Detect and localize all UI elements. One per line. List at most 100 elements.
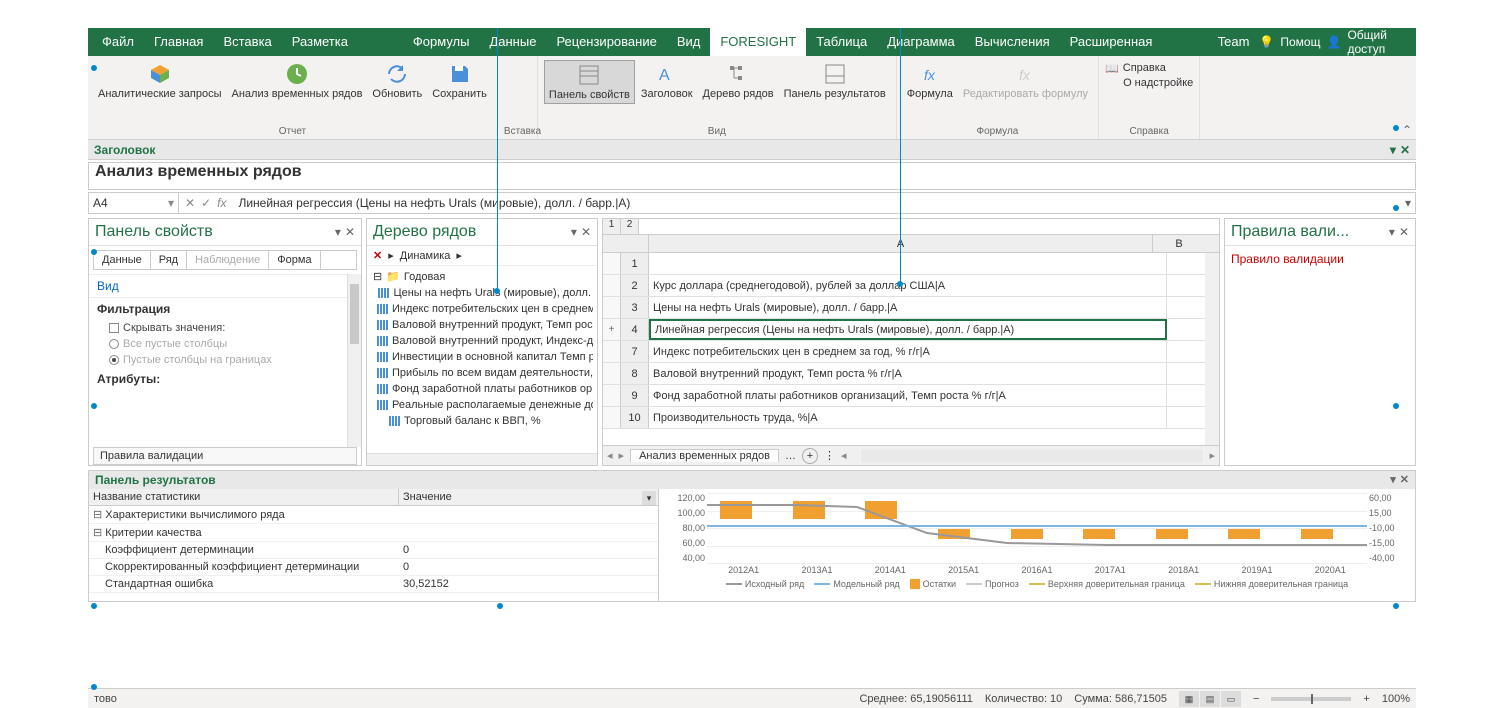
zoom-slider[interactable] [1271, 697, 1351, 701]
tree-item[interactable]: Индекс потребительских цен в среднем [371, 301, 593, 317]
row-number[interactable]: 8 [621, 363, 649, 384]
props-dropdown-icon[interactable]: ▾ [335, 225, 341, 239]
sheet-row[interactable]: +4Линейная регрессия (Цены на нефть Ural… [603, 319, 1219, 341]
row-number[interactable]: 7 [621, 341, 649, 362]
sheet-add-button[interactable]: + [802, 448, 818, 464]
title-close-icon[interactable]: ✕ [1400, 143, 1410, 157]
tree-item[interactable]: Прибыль по всем видам деятельности, [371, 365, 593, 381]
tree-item[interactable]: Реальные располагаемые денежные дох [371, 397, 593, 413]
hide-values-checkbox[interactable]: Скрывать значения: [89, 320, 361, 336]
help-search[interactable]: Помощ [1280, 35, 1320, 49]
row-number[interactable]: 3 [621, 297, 649, 318]
sheet-row[interactable]: 9Фонд заработной платы работников органи… [603, 385, 1219, 407]
tab-review[interactable]: Рецензирование [546, 28, 666, 56]
tab-chart[interactable]: Диаграмма [877, 28, 965, 56]
refresh-button[interactable]: Обновить [368, 60, 426, 102]
expand-button[interactable] [603, 253, 621, 274]
expand-button[interactable] [603, 275, 621, 296]
props-tab-format[interactable]: Форма [269, 251, 320, 269]
zoom-in-button[interactable]: + [1363, 693, 1369, 705]
row-number[interactable]: 10 [621, 407, 649, 428]
title-dropdown-icon[interactable]: ▾ [1390, 143, 1396, 157]
share-button[interactable]: Общий доступ [1347, 28, 1404, 56]
sheet-tab[interactable]: Анализ временных рядов [630, 449, 779, 462]
tree-clear-icon[interactable]: ✕ [373, 249, 382, 262]
sheet-row[interactable]: 7Индекс потребительских цен в среднем за… [603, 341, 1219, 363]
props-close-icon[interactable]: ✕ [345, 225, 355, 239]
tab-formulas[interactable]: Формулы [403, 28, 480, 56]
sheet-row[interactable]: 2Курс доллара (среднегодовой), рублей за… [603, 275, 1219, 297]
title-toggle-button[interactable]: AЗаголовок [637, 60, 697, 104]
cell[interactable]: Валовой внутренний продукт, Темп роста %… [649, 363, 1167, 384]
sheet-row[interactable]: 8Валовой внутренний продукт, Темп роста … [603, 363, 1219, 385]
fx-icon[interactable]: fx [217, 196, 226, 210]
expand-button[interactable] [603, 407, 621, 428]
tree-item[interactable]: Валовой внутренний продукт, Индекс-д [371, 333, 593, 349]
view-normal-icon[interactable]: ▦ [1179, 691, 1199, 707]
tab-page-layout[interactable]: Разметка страницы [282, 28, 403, 56]
valid-dropdown-icon[interactable]: ▾ [1389, 225, 1395, 239]
col-header-a[interactable]: A [649, 235, 1153, 252]
expand-button[interactable] [603, 341, 621, 362]
sheet-row[interactable]: 1 [603, 253, 1219, 275]
tree-close-icon[interactable]: ✕ [581, 225, 591, 239]
props-tab-data[interactable]: Данные [94, 251, 151, 269]
tab-file[interactable]: Файл [92, 28, 144, 56]
tree-crumb-item[interactable]: Динамика [400, 250, 451, 262]
time-series-button[interactable]: Анализ временных рядов [228, 60, 367, 102]
props-panel-button[interactable]: Панель свойств [544, 60, 635, 104]
validation-rules-tab[interactable]: Правила валидации [93, 447, 357, 465]
tree-dropdown-icon[interactable]: ▾ [571, 225, 577, 239]
tab-foresight[interactable]: FORESIGHT [710, 28, 806, 56]
zoom-level[interactable]: 100% [1382, 693, 1410, 705]
cell[interactable]: Цены на нефть Urals (мировые), долл. / б… [649, 297, 1167, 318]
edge-empty-radio[interactable]: Пустые столбцы на границах [89, 352, 361, 368]
sheet-vscroll[interactable] [1205, 253, 1219, 445]
accept-formula-icon[interactable]: ✓ [201, 196, 211, 210]
tree-item[interactable]: Фонд заработной платы работников ор [371, 381, 593, 397]
formula-input[interactable]: Линейная регрессия (Цены на нефть Urals … [232, 196, 1401, 210]
tree-item[interactable]: Валовой внутренний продукт, Темп рос [371, 317, 593, 333]
tree-hscroll[interactable] [367, 453, 597, 465]
props-view-section[interactable]: Вид▴ [89, 274, 361, 298]
collapse-ribbon-button[interactable]: ⌃ [1402, 123, 1412, 137]
validation-rule[interactable]: Правило валидации [1225, 246, 1415, 272]
tab-analytics[interactable]: Расширенная аналитика [1060, 28, 1208, 56]
expand-button[interactable] [603, 385, 621, 406]
results-close-icon[interactable]: ✕ [1400, 473, 1409, 487]
row-number[interactable]: 2 [621, 275, 649, 296]
sheet-more[interactable]: … [785, 450, 796, 462]
tree-root[interactable]: ⊟📁Годовая [371, 268, 593, 285]
cell[interactable]: Линейная регрессия (Цены на нефть Urals … [649, 319, 1167, 340]
expand-button[interactable] [603, 363, 621, 384]
tab-view[interactable]: Вид [667, 28, 711, 56]
save-button[interactable]: Сохранить [428, 60, 491, 102]
outline-1[interactable]: 1 [603, 219, 621, 234]
about-link[interactable]: О надстройке [1105, 77, 1193, 89]
sheet-row[interactable]: 3Цены на нефть Urals (мировые), долл. / … [603, 297, 1219, 319]
help-link[interactable]: 📖Справка [1105, 62, 1166, 75]
formula-button[interactable]: fxФормула [903, 60, 957, 102]
cell[interactable]: Производительность труда, %|A [649, 407, 1167, 428]
tree-item[interactable]: Цены на нефть Urals (мировые), долл. [371, 285, 593, 301]
sheet-hscroll[interactable] [861, 450, 1204, 462]
cell[interactable]: Фонд заработной платы работников организ… [649, 385, 1167, 406]
expand-button[interactable] [603, 297, 621, 318]
cell[interactable] [649, 253, 1167, 274]
row-number[interactable]: 4 [621, 319, 649, 340]
tab-home[interactable]: Главная [144, 28, 213, 56]
outline-2[interactable]: 2 [621, 219, 639, 234]
formula-expand-icon[interactable]: ▾ [1401, 196, 1415, 210]
props-tab-series[interactable]: Ряд [151, 251, 187, 269]
expand-button[interactable]: + [603, 319, 621, 340]
tab-data[interactable]: Данные [479, 28, 546, 56]
tree-item[interactable]: Торговый баланс к ВВП, % [371, 413, 593, 429]
tree-item[interactable]: Инвестиции в основной капитал Темп р [371, 349, 593, 365]
stats-dropdown-icon[interactable]: ▾ [642, 491, 656, 505]
valid-close-icon[interactable]: ✕ [1399, 225, 1409, 239]
results-dropdown-icon[interactable]: ▾ [1390, 473, 1396, 487]
sheet-nav-first[interactable]: ◂ [607, 449, 613, 462]
sheet-nav-prev[interactable]: ▸ [619, 449, 625, 462]
sheet-row[interactable]: 10Производительность труда, %|A [603, 407, 1219, 429]
row-number[interactable]: 9 [621, 385, 649, 406]
